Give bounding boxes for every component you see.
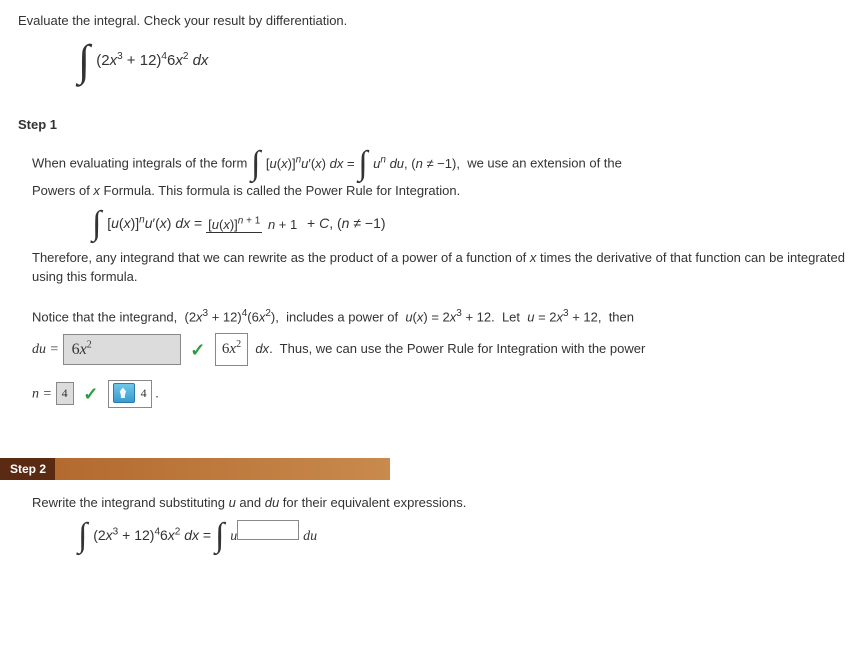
- integral-sign-icon: ∫: [78, 41, 90, 81]
- check-icon: ✓: [83, 381, 98, 407]
- check-icon: ✓: [190, 337, 205, 363]
- integral-sign-icon: ∫: [92, 209, 101, 240]
- du-symbol: du: [303, 529, 317, 544]
- problem-instruction: Evaluate the integral. Check your result…: [18, 12, 849, 31]
- step2-instruction: Rewrite the integrand substituting u and…: [32, 494, 849, 513]
- step1-therefore: Therefore, any integrand that we can rew…: [32, 249, 849, 287]
- power-rule-formula: ∫ [u(x)]nu′(x) dx = [u(x)]n + 1 n + 1 + …: [92, 209, 849, 240]
- du-input[interactable]: 6x2: [63, 334, 181, 365]
- du-correct-answer: 6x2: [215, 333, 248, 366]
- step1-line2: Powers of x Formula. This formula is cal…: [32, 182, 849, 201]
- integral-sign-icon: ∫: [251, 149, 260, 180]
- hint-icon[interactable]: [113, 383, 135, 403]
- n-row: n = 4 ✓ 4 .: [32, 380, 849, 408]
- n-hint-box: 4: [108, 380, 152, 408]
- integral-sign-icon: ∫: [78, 521, 87, 552]
- step1-header: Step 1: [18, 116, 849, 135]
- step2-rewrite: ∫ (2x3 + 12)46x2 dx = ∫ u du: [78, 521, 849, 552]
- problem-integral: ∫ (2x3 + 12)46x2 dx: [78, 41, 849, 81]
- integral-sign-icon: ∫: [358, 149, 367, 180]
- step1-notice: Notice that the integrand, (2x3 + 12)4(6…: [32, 307, 849, 327]
- integral-sign-icon: ∫: [215, 521, 224, 552]
- du-row: du = 6x2 ✓ 6x2 dx. Thus, we can use the …: [32, 333, 849, 366]
- step1-line1: When evaluating integrals of the form ∫ …: [32, 149, 849, 180]
- problem-integrand: (2x3 + 12)46x2 dx: [96, 52, 208, 69]
- exponent-input[interactable]: [237, 520, 299, 540]
- step2-banner: Step 2: [0, 458, 867, 480]
- n-input[interactable]: 4: [56, 382, 74, 405]
